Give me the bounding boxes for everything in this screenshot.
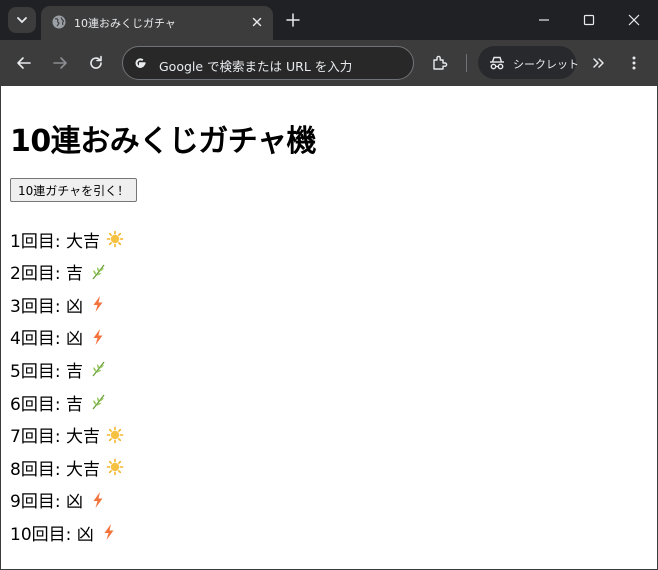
result-row: 5回目: 吉 — [10, 356, 107, 382]
result-row: 3回目: 凶 — [10, 291, 107, 317]
double-chevron-right-icon[interactable] — [589, 53, 609, 73]
tab-strip: 10連おみくじガチャ — [0, 0, 658, 40]
google-icon — [135, 58, 146, 68]
maximize-icon[interactable] — [581, 12, 597, 28]
incognito-icon — [490, 56, 504, 70]
result-row: 7回目: 大吉 — [10, 422, 124, 448]
sun-icon — [106, 458, 124, 476]
result-label: 1回目: 大吉 — [10, 231, 100, 252]
chevron-down-icon — [17, 17, 27, 24]
lightning-icon — [89, 328, 107, 346]
result-label: 6回目: 吉 — [10, 394, 83, 415]
active-tab[interactable]: 10連おみくじガチャ — [41, 6, 273, 40]
result-label: 3回目: 凶 — [10, 296, 83, 317]
sun-icon — [106, 230, 124, 248]
forward-arrow-icon[interactable] — [50, 53, 70, 73]
result-label: 5回目: 吉 — [10, 361, 83, 382]
result-label: 2回目: 吉 — [10, 264, 83, 285]
tab-title: 10連おみくじガチャ — [74, 17, 176, 30]
incognito-badge[interactable]: シークレット — [478, 46, 579, 79]
close-tab-icon[interactable] — [249, 14, 265, 30]
result-label: 10回目: 凶 — [10, 524, 94, 545]
lightning-icon — [100, 523, 118, 541]
result-row: 4回目: 凶 — [10, 324, 107, 350]
back-arrow-icon[interactable] — [14, 53, 34, 73]
address-bar[interactable]: Google で検索または URL を入力 — [122, 46, 414, 80]
browser-toolbar: Google で検索または URL を入力 シークレット — [0, 40, 658, 86]
address-bar-placeholder: Google で検索または URL を入力 — [159, 59, 353, 74]
globe-icon — [52, 15, 66, 29]
new-tab-icon[interactable] — [284, 11, 302, 29]
result-label: 8回目: 大吉 — [10, 459, 100, 480]
result-row: 9回目: 凶 — [10, 487, 107, 513]
result-row: 10回目: 凶 — [10, 519, 118, 545]
sun-icon — [106, 426, 124, 444]
result-label: 7回目: 大吉 — [10, 427, 100, 448]
page-title: 10連おみくじガチャ機 — [10, 124, 316, 159]
minimize-icon[interactable] — [536, 12, 552, 28]
herb-icon — [89, 360, 107, 378]
lightning-icon — [89, 295, 107, 313]
herb-icon — [89, 393, 107, 411]
tab-search-button[interactable] — [8, 7, 36, 33]
close-window-icon[interactable] — [626, 12, 642, 28]
result-row: 1回目: 大吉 — [10, 226, 124, 252]
extensions-icon[interactable] — [430, 53, 450, 73]
incognito-label: シークレット — [513, 58, 579, 71]
kebab-menu-icon[interactable] — [624, 53, 644, 73]
herb-icon — [89, 263, 107, 281]
lightning-icon — [89, 491, 107, 509]
result-row: 2回目: 吉 — [10, 259, 107, 285]
result-row: 8回目: 大吉 — [10, 454, 124, 480]
toolbar-separator — [466, 54, 467, 72]
result-row: 6回目: 吉 — [10, 389, 107, 415]
draw-gacha-button[interactable]: 10連ガチャを引く！ — [10, 178, 138, 202]
reload-icon[interactable] — [86, 53, 106, 73]
page-content: 10連おみくじガチャ機 10連ガチャを引く！ 1回目: 大吉 2回目: 吉 3回… — [0, 86, 658, 570]
result-label: 4回目: 凶 — [10, 329, 83, 350]
result-label: 9回目: 凶 — [10, 492, 83, 513]
